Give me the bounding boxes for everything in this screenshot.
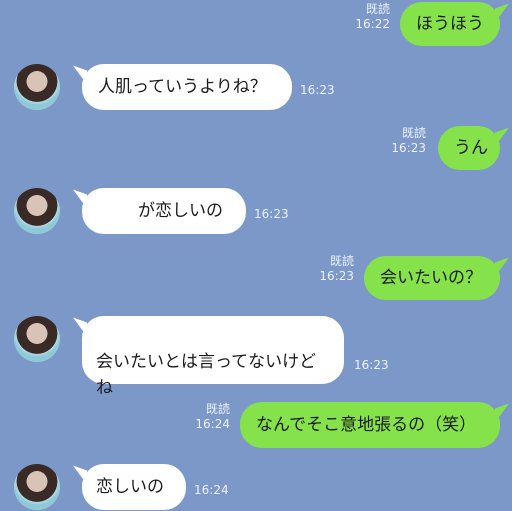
- timestamp: 16:23: [254, 207, 289, 221]
- message-row: 既読 16:23 会いたいの？: [0, 252, 512, 302]
- message-meta: 16:23: [354, 358, 404, 373]
- message-text: 人肌っていうよりね？: [98, 77, 267, 97]
- message-row: 人肌っていうよりね？ 16:23: [0, 62, 512, 114]
- message-meta: 16:23: [300, 83, 350, 98]
- timestamp: 16:24: [194, 483, 229, 497]
- message-text: うん: [454, 138, 488, 158]
- message-row: 既読 16:24 なんでそこ意地張るの（笑）: [0, 400, 512, 450]
- message-bubble-incoming[interactable]: 恋しいの: [82, 464, 186, 510]
- message-meta: 既読 16:22: [340, 2, 390, 32]
- message-meta: 既読 16:23: [304, 254, 354, 284]
- message-row: 既読 16:22 ほうほう: [0, 0, 512, 48]
- read-receipt: 既読: [365, 2, 390, 16]
- message-bubble-outgoing[interactable]: ほうほう: [400, 2, 500, 46]
- message-text: 会いたいとは言ってないけど ね: [96, 352, 317, 398]
- message-meta: 既読 16:23: [376, 126, 426, 156]
- message-bubble-incoming[interactable]: が恋しいの: [82, 188, 246, 234]
- avatar[interactable]: [14, 64, 60, 110]
- timestamp: 16:24: [195, 417, 230, 431]
- message-bubble-outgoing[interactable]: うん: [438, 126, 500, 170]
- timestamp: 16:23: [319, 269, 354, 283]
- avatar[interactable]: [14, 464, 60, 510]
- message-text: ほうほう: [416, 14, 484, 34]
- message-meta: 既読 16:24: [180, 402, 230, 432]
- message-text: 恋しいの: [96, 477, 164, 497]
- message-row: が恋しいの 16:23: [0, 186, 512, 238]
- read-receipt: 既読: [205, 402, 230, 416]
- avatar[interactable]: [14, 188, 60, 234]
- message-text: が恋しいの: [138, 201, 223, 221]
- message-row: 恋しいの 16:24: [0, 462, 512, 511]
- timestamp: 16:23: [354, 358, 389, 372]
- read-receipt: 既読: [329, 254, 354, 268]
- message-text: 会いたいの？: [380, 268, 482, 288]
- message-bubble-incoming[interactable]: 会いたいとは言ってないけど ね: [82, 316, 344, 398]
- message-bubble-outgoing[interactable]: 会いたいの？: [364, 256, 500, 300]
- message-meta: 16:24: [194, 483, 244, 498]
- message-row: 既読 16:23 うん: [0, 124, 512, 172]
- timestamp: 16:23: [300, 83, 335, 97]
- message-row: 会いたいとは言ってないけど ね 16:23: [0, 314, 512, 398]
- message-bubble-outgoing[interactable]: なんでそこ意地張るの（笑）: [240, 402, 500, 448]
- avatar[interactable]: [14, 316, 60, 362]
- message-text: なんでそこ意地張るの（笑）: [256, 415, 477, 435]
- timestamp: 16:22: [355, 17, 390, 31]
- message-meta: 16:23: [254, 207, 304, 222]
- message-bubble-incoming[interactable]: 人肌っていうよりね？: [82, 64, 292, 110]
- read-receipt: 既読: [401, 126, 426, 140]
- timestamp: 16:23: [391, 141, 426, 155]
- chat-area: 既読 16:22 ほうほう 人肌っていうよりね？ 16:23 既読 16:23 …: [0, 0, 512, 511]
